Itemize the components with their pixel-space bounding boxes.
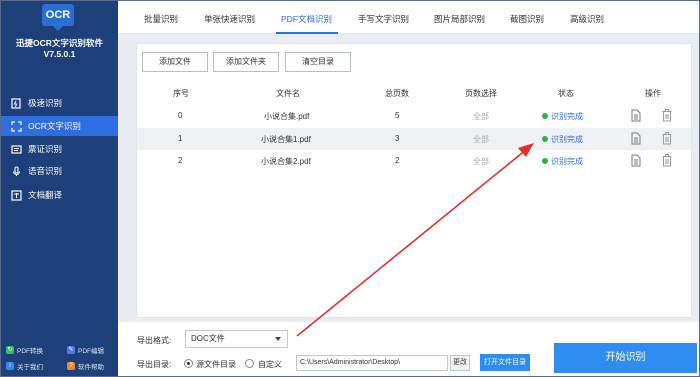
logo-tail	[53, 26, 63, 31]
status-dot	[542, 113, 548, 119]
radio-source-dir[interactable]	[184, 359, 193, 368]
header-status: 状态	[558, 89, 574, 98]
delete-trash-icon[interactable]	[662, 132, 672, 145]
header-page-select: 页数选择	[465, 89, 497, 98]
clear-list-button[interactable]: 清空目录	[285, 52, 351, 72]
table-row[interactable]: 2 小说合集2.pdf 2 全部 识别完成	[137, 150, 691, 172]
tab-pdf[interactable]: PDF文档识别	[281, 13, 332, 25]
about-label: 关于我们	[17, 364, 43, 371]
about-icon: i	[6, 362, 14, 370]
radio-custom-dir-label: 自定义	[258, 360, 282, 369]
tab-partial-image[interactable]: 图片局部识别	[434, 13, 485, 25]
add-file-button[interactable]: 添加文件	[142, 52, 208, 72]
tab-single-fast[interactable]: 单张快速识别	[204, 13, 255, 25]
cell-status: 识别完成	[551, 112, 583, 121]
ticket-icon	[11, 144, 22, 155]
help-icon: ?	[67, 362, 75, 370]
add-folder-button[interactable]: 添加文件夹	[213, 52, 279, 72]
pdf-edit-label: PDF编辑	[78, 348, 104, 355]
help-link[interactable]: ? 软件帮助	[67, 360, 104, 372]
microphone-icon	[11, 165, 22, 177]
cell-filename: 小说合集.pdf	[264, 112, 310, 121]
cell-filename: 小说合集2.pdf	[261, 157, 311, 166]
sidebar-item-label: 票证识别	[28, 144, 63, 154]
export-format-select[interactable]: DOC文件	[185, 330, 288, 348]
sidebar-item-ticket[interactable]: 票证识别	[1, 139, 118, 159]
sidebar: OCR 迅捷OCR文字识别软件 V7.5.0.1 极速识别 OCR文字识别 票证…	[1, 1, 118, 376]
cell-pages: 3	[395, 134, 400, 143]
chevron-down-icon	[275, 337, 281, 341]
cell-page-select[interactable]: 全部	[473, 111, 489, 122]
app-name: 迅捷OCR文字识别软件	[16, 38, 103, 48]
sidebar-item-voice[interactable]: 语音识别	[1, 161, 118, 181]
cell-status: 识别完成	[551, 157, 583, 166]
cell-pages: 2	[395, 156, 400, 165]
header-index: 序号	[173, 89, 189, 98]
pdf-edit-link[interactable]: ✎ PDF编辑	[67, 344, 104, 356]
change-dir-button[interactable]: 更改	[450, 355, 470, 371]
status-dot	[542, 158, 548, 164]
tab-handwriting[interactable]: 手写文字识别	[358, 13, 409, 25]
sidebar-item-translate[interactable]: 文档翻译	[1, 185, 118, 205]
export-path-input[interactable]: C:\Users\Administrator\Desktop\	[296, 355, 448, 371]
delete-trash-icon[interactable]	[662, 154, 672, 167]
pdf-convert-icon: ↻	[6, 346, 14, 354]
sidebar-item-label: OCR文字识别	[28, 121, 81, 131]
sidebar-item-fast-recognition[interactable]: 极速识别	[1, 93, 118, 113]
sidebar-item-ocr[interactable]: OCR文字识别	[1, 116, 118, 136]
export-format-label: 导出格式:	[137, 336, 172, 345]
sidebar-item-label: 文档翻译	[28, 190, 63, 200]
delete-trash-icon[interactable]	[662, 109, 672, 122]
cell-status: 识别完成	[551, 135, 583, 144]
view-document-icon[interactable]	[631, 109, 641, 122]
header-filename: 文件名	[276, 89, 300, 98]
about-link[interactable]: i 关于我们	[6, 360, 43, 372]
radio-custom-dir[interactable]	[245, 359, 254, 368]
start-recognition-button[interactable]: 开始识别	[554, 343, 697, 373]
pdf-edit-icon: ✎	[67, 346, 75, 354]
scan-frame-icon	[11, 120, 22, 132]
open-dir-button[interactable]: 打开文件目录	[480, 354, 530, 371]
cell-index: 2	[178, 156, 183, 165]
cell-page-select[interactable]: 全部	[473, 156, 489, 167]
radio-source-dir-label: 源文件目录	[196, 360, 236, 369]
tab-screenshot[interactable]: 截图识别	[510, 13, 544, 25]
status-dot	[542, 136, 548, 142]
file-list-panel	[136, 43, 692, 318]
cell-page-select[interactable]: 全部	[473, 134, 489, 145]
cell-pages: 5	[395, 111, 400, 120]
tab-batch[interactable]: 批量识别	[144, 13, 178, 25]
view-document-icon[interactable]	[631, 154, 641, 167]
help-label: 软件帮助	[78, 364, 104, 371]
cell-index: 1	[178, 134, 183, 143]
sidebar-item-label: 极速识别	[28, 98, 63, 108]
pdf-convert-label: PDF转换	[17, 348, 43, 355]
translate-icon	[11, 189, 22, 201]
table-row[interactable]: 1 小说合集1.pdf 3 全部 识别完成	[137, 128, 691, 150]
export-format-value: DOC文件	[191, 334, 225, 343]
sidebar-item-label: 语音识别	[28, 166, 63, 176]
view-document-icon[interactable]	[631, 132, 641, 145]
tab-bar: 批量识别 单张快速识别 PDF文档识别 手写文字识别 图片局部识别 截图识别 高…	[118, 1, 699, 34]
tab-advanced[interactable]: 高级识别	[570, 13, 604, 25]
app-logo: OCR	[42, 4, 74, 26]
cell-filename: 小说合集1.pdf	[261, 135, 311, 144]
lightning-doc-icon	[11, 97, 22, 109]
header-actions: 操作	[645, 89, 661, 98]
export-dir-label: 导出目录:	[137, 360, 172, 369]
header-pages: 总页数	[385, 89, 409, 98]
table-row[interactable]: 0 小说合集.pdf 5 全部 识别完成	[137, 105, 691, 127]
app-version: V7.5.0.1	[43, 49, 76, 59]
cell-index: 0	[178, 111, 183, 120]
pdf-convert-link[interactable]: ↻ PDF转换	[6, 344, 43, 356]
